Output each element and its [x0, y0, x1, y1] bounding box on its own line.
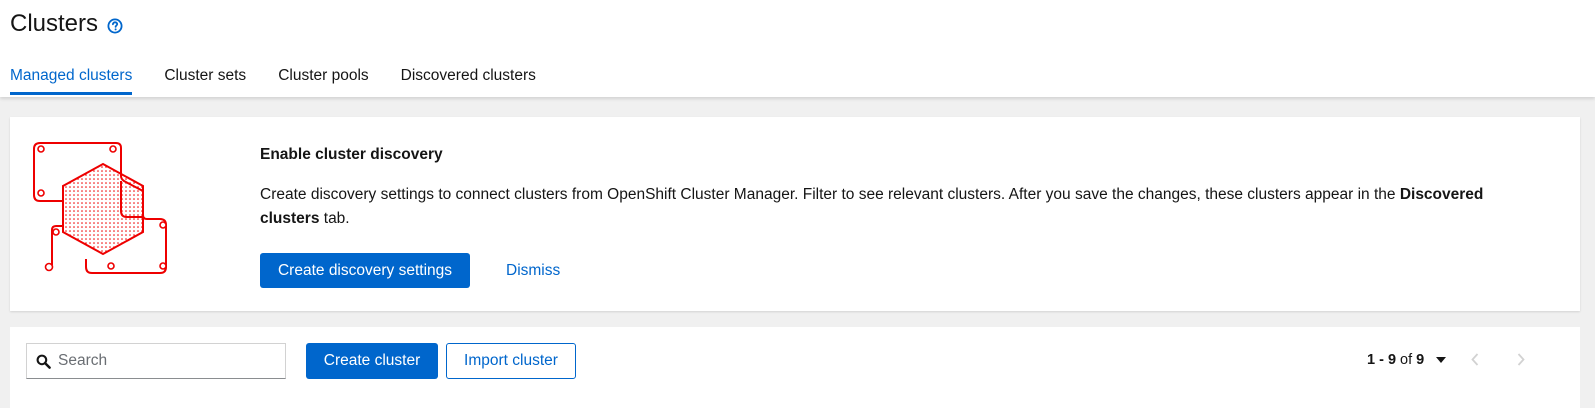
- previous-page-icon[interactable]: [1471, 353, 1479, 366]
- body-suffix: tab.: [319, 209, 350, 227]
- tab-bar: Managed clusters Cluster sets Cluster po…: [10, 66, 568, 97]
- pagination-of-label: of: [1400, 352, 1413, 368]
- caret-down-icon[interactable]: [1436, 357, 1447, 363]
- create-cluster-button[interactable]: Create cluster: [306, 343, 438, 379]
- search-input[interactable]: [58, 352, 278, 370]
- discovery-card: Enable cluster discovery Create discover…: [10, 117, 1580, 311]
- cluster-discovery-illustration: [33, 142, 167, 274]
- search-icon: [36, 354, 51, 369]
- pagination-range: 1 - 9: [1367, 352, 1397, 368]
- body-text: Create discovery settings to connect clu…: [260, 186, 1400, 203]
- import-cluster-button[interactable]: Import cluster: [446, 343, 576, 379]
- title-row: Clusters: [10, 10, 123, 38]
- next-page-icon[interactable]: [1517, 353, 1525, 366]
- pagination-total: 9: [1416, 352, 1425, 368]
- clusters-toolbar: Create cluster Import cluster 1 - 9 of 9: [10, 327, 1580, 408]
- help-circle-icon[interactable]: [107, 18, 123, 34]
- create-discovery-settings-button[interactable]: Create discovery settings: [260, 253, 470, 288]
- page-header: Clusters Managed clusters Cluster sets C…: [0, 0, 1595, 97]
- pagination-toggle[interactable]: 1 - 9 of 9: [1367, 352, 1447, 368]
- discovery-card-body: Create discovery settings to connect clu…: [260, 183, 1520, 230]
- tab-cluster-pools[interactable]: Cluster pools: [278, 66, 368, 97]
- page-title: Clusters: [10, 10, 99, 37]
- tab-discovered-clusters[interactable]: Discovered clusters: [401, 66, 536, 97]
- tab-managed-clusters[interactable]: Managed clusters: [10, 66, 133, 97]
- tab-cluster-sets[interactable]: Cluster sets: [164, 66, 246, 97]
- dismiss-link[interactable]: Dismiss: [506, 262, 560, 280]
- search-box[interactable]: [26, 343, 286, 379]
- discovery-card-title: Enable cluster discovery: [260, 146, 443, 163]
